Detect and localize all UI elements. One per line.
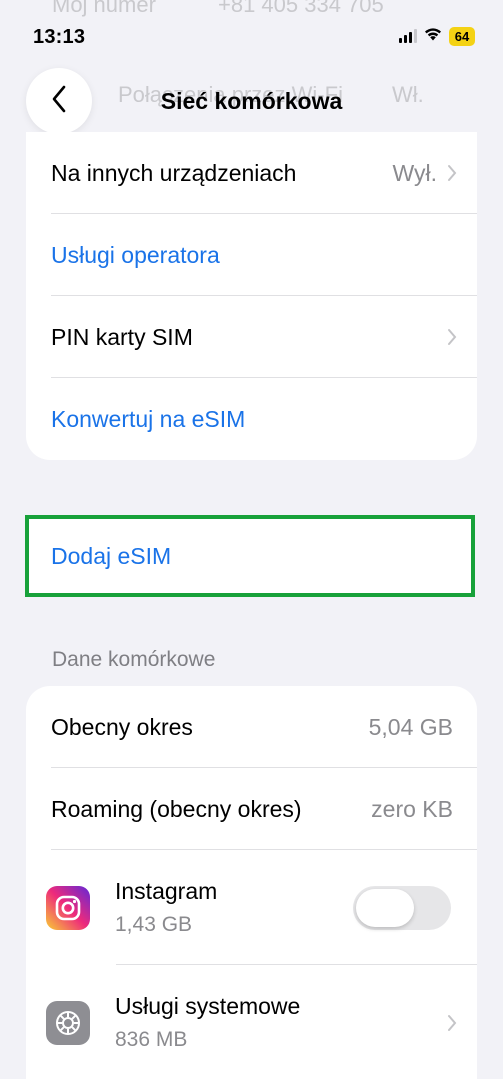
app-row-system-services[interactable]: Usługi systemowe 836 MB	[26, 965, 477, 1079]
row-label: Na innych urządzeniach	[51, 159, 297, 186]
chevron-right-icon	[447, 328, 457, 346]
battery-icon: 64	[449, 26, 475, 46]
roaming-row: Roaming (obecny okres) zero KB	[26, 768, 477, 850]
chevron-right-icon	[447, 1014, 457, 1032]
section-header-cellular-data: Dane komórkowe	[52, 648, 216, 671]
convert-to-esim-link[interactable]: Konwertuj na eSIM	[26, 378, 477, 460]
app-name: Instagram	[115, 878, 218, 904]
row-value: zero KB	[371, 795, 453, 822]
gear-icon	[46, 1000, 90, 1045]
signal-icon	[399, 29, 417, 43]
sim-settings-group: Na innych urządzeniach Wył. Usługi opera…	[26, 132, 477, 460]
wifi-icon	[423, 26, 443, 46]
navigation-bar: Sieć komórkowa	[0, 62, 503, 142]
status-time: 13:13	[33, 26, 86, 48]
add-esim-label: Dodaj eSIM	[51, 542, 172, 569]
add-esim-button[interactable]: Dodaj eSIM	[25, 515, 475, 597]
instagram-icon	[46, 885, 90, 930]
app-info: Instagram 1,43 GB	[115, 878, 353, 937]
instagram-cellular-toggle[interactable]	[353, 885, 451, 930]
other-devices-row[interactable]: Na innych urządzeniach Wył.	[26, 132, 477, 214]
sim-pin-row[interactable]: PIN karty SIM	[26, 296, 477, 378]
app-usage: 836 MB	[115, 1028, 188, 1051]
toggle-knob	[356, 888, 414, 927]
status-bar: 13:13 64	[0, 0, 503, 60]
page-title: Sieć komórkowa	[160, 88, 343, 114]
row-value: 5,04 GB	[368, 713, 453, 740]
current-period-row: Obecny okres 5,04 GB	[26, 686, 477, 768]
row-label: Usługi operatora	[51, 241, 220, 268]
row-label: Konwertuj na eSIM	[51, 405, 246, 432]
app-row-instagram: Instagram 1,43 GB	[26, 850, 477, 965]
status-icons: 64	[399, 26, 475, 46]
cellular-data-group: Obecny okres 5,04 GB Roaming (obecny okr…	[26, 686, 477, 1079]
row-label: Obecny okres	[51, 713, 193, 740]
row-label: PIN karty SIM	[51, 323, 193, 350]
carrier-services-link[interactable]: Usługi operatora	[26, 214, 477, 296]
row-value: Wył.	[392, 159, 437, 186]
app-usage: 1,43 GB	[115, 913, 193, 936]
row-label: Roaming (obecny okres)	[51, 795, 302, 822]
app-name: Usługi systemowe	[115, 993, 301, 1019]
app-info: Usługi systemowe 836 MB	[115, 993, 447, 1052]
chevron-right-icon	[447, 164, 457, 182]
